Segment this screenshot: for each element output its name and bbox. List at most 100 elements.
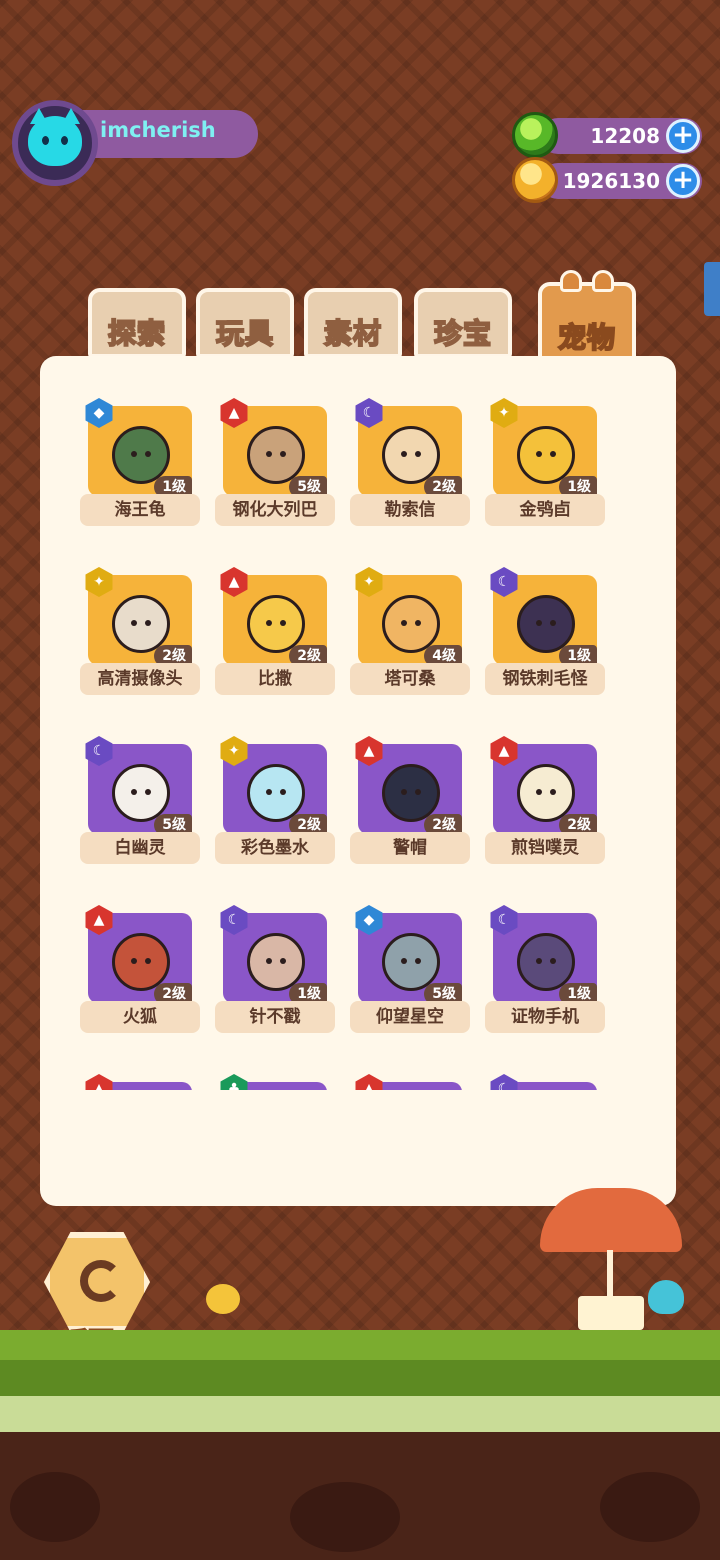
pet-name: 火狐 <box>123 1007 157 1027</box>
tab-treasures[interactable]: 珍宝 <box>414 288 512 358</box>
username: imcherish <box>100 118 216 142</box>
table-icon <box>578 1296 644 1330</box>
pet-card[interactable]: 2级 ▲ 比撒 <box>215 547 335 697</box>
pet-name-plate: 金鸮卣 <box>485 494 605 526</box>
pet-name: 彩色墨水 <box>241 838 309 858</box>
pet-name-plate: 比撒 <box>215 663 335 695</box>
pet-name-plate: 火狐 <box>80 1001 200 1033</box>
add-coins-button[interactable]: + <box>666 164 700 198</box>
pet-name-plate: 钢铁刺毛怪 <box>485 663 605 695</box>
pet-portrait-icon <box>382 426 440 484</box>
pet-card[interactable]: 2级 ✦ 彩色墨水 <box>215 716 335 866</box>
fire-element-icon: ▲ <box>355 1074 383 1090</box>
pet-portrait-icon <box>517 426 575 484</box>
pet-name: 比撒 <box>258 669 292 689</box>
pet-card[interactable]: 1级 ☾ 针不戳 <box>215 885 335 1035</box>
coin-counter: 1926130 + <box>512 157 702 203</box>
pet-name-plate: 白幽灵 <box>80 832 200 864</box>
pet-name-plate: 针不戳 <box>215 1001 335 1033</box>
pet-portrait-icon <box>247 426 305 484</box>
pet-name: 高清摄像头 <box>97 669 183 689</box>
pet-portrait-icon <box>247 595 305 653</box>
pet-card[interactable]: 4级 ✦ 塔可桑 <box>350 547 470 697</box>
pet-name: 煎铛噗灵 <box>511 838 579 858</box>
pet-card[interactable]: ▲ <box>80 1054 200 1090</box>
pet-card[interactable]: 2级 ▲ 煎铛噗灵 <box>485 716 605 866</box>
tab-toys[interactable]: 玩具 <box>196 288 294 358</box>
pet-card[interactable]: 5级 ◆ 仰望星空 <box>350 885 470 1035</box>
pet-card[interactable]: 5级 ☾ 白幽灵 <box>80 716 200 866</box>
pet-name: 警帽 <box>393 838 427 858</box>
pet-name: 勒索信 <box>384 500 436 520</box>
bear-ear-icon <box>592 270 614 292</box>
pet-name: 塔可桑 <box>384 669 436 689</box>
pet-card[interactable]: 2级 ✦ 高清摄像头 <box>80 547 200 697</box>
pet-portrait-icon <box>382 933 440 991</box>
pet-name: 白幽灵 <box>114 838 166 858</box>
pet-card[interactable]: 1级 ☾ 钢铁刺毛怪 <box>485 547 605 697</box>
pet-card[interactable]: ♣ <box>215 1054 335 1090</box>
gem-counter: 12208 + <box>512 112 702 158</box>
pet-portrait-icon <box>112 426 170 484</box>
pet-name: 证物手机 <box>511 1007 579 1027</box>
cat-avatar-icon <box>28 108 82 166</box>
pet-name: 海王龟 <box>114 500 166 520</box>
pet-name-plate: 警帽 <box>350 832 470 864</box>
tab-label: 素材 <box>323 316 382 351</box>
add-gems-button[interactable]: + <box>666 119 700 153</box>
avatar[interactable] <box>12 100 98 186</box>
pet-portrait-icon <box>112 595 170 653</box>
pet-portrait-icon <box>112 933 170 991</box>
pet-name-plate: 海王龟 <box>80 494 200 526</box>
coin-icon <box>512 157 558 203</box>
pet-name-plate: 钢化大列巴 <box>215 494 335 526</box>
pet-name: 钢化大列巴 <box>232 500 318 520</box>
pet-name-plate: 塔可桑 <box>350 663 470 695</box>
soil-ground <box>0 1432 720 1560</box>
pet-card[interactable]: 2级 ☾ 勒索信 <box>350 378 470 528</box>
pet-card[interactable]: ☾ <box>485 1054 605 1090</box>
pet-portrait-icon <box>382 595 440 653</box>
back-button[interactable] <box>44 1232 150 1332</box>
pet-panel: 1级 ◆ 海王龟 5级 ▲ 钢化大列巴 2级 ☾ 勒索信 1级 ✦ 金鸮卣 2级 ✦ 高清摄像头 2级 ▲ 比撒 4… <box>40 356 676 1206</box>
pet-card[interactable]: 1级 ◆ 海王龟 <box>80 378 200 528</box>
coin-value: 1926130 <box>562 169 660 193</box>
pet-card[interactable]: 5级 ▲ 钢化大列巴 <box>215 378 335 528</box>
tab-label: 珍宝 <box>433 316 492 351</box>
pet-name-plate: 证物手机 <box>485 1001 605 1033</box>
pet-portrait-icon <box>517 933 575 991</box>
moon-element-icon: ☾ <box>490 1074 518 1090</box>
pet-card[interactable]: 1级 ✦ 金鸮卣 <box>485 378 605 528</box>
pet-card[interactable]: 1级 ☾ 证物手机 <box>485 885 605 1035</box>
tab-label: 宠物 <box>557 320 616 355</box>
pet-name: 针不戳 <box>249 1007 301 1027</box>
pet-name-plate: 勒索信 <box>350 494 470 526</box>
return-arrow-icon <box>80 1260 122 1302</box>
pet-name-plate: 高清摄像头 <box>80 663 200 695</box>
pet-name: 金鸮卣 <box>519 500 571 520</box>
tab-pets[interactable]: 宠物 <box>538 270 636 360</box>
tab-label: 探索 <box>107 316 166 351</box>
pet-portrait-icon <box>247 933 305 991</box>
pet-portrait-icon <box>517 764 575 822</box>
pet-portrait-icon <box>112 764 170 822</box>
gem-value: 12208 <box>590 124 660 148</box>
pet-portrait-icon <box>517 595 575 653</box>
grass-strip-light <box>0 1396 720 1432</box>
pet-name: 仰望星空 <box>376 1007 444 1027</box>
pet-portrait-icon <box>247 764 305 822</box>
pet-grid[interactable]: 1级 ◆ 海王龟 5级 ▲ 钢化大列巴 2级 ☾ 勒索信 1级 ✦ 金鸮卣 2级 ✦ 高清摄像头 2级 ▲ 比撒 4… <box>80 378 620 1090</box>
pet-name-plate: 仰望星空 <box>350 1001 470 1033</box>
pet-name-plate: 煎铛噗灵 <box>485 832 605 864</box>
grass-strip <box>0 1360 720 1400</box>
side-tab-icon[interactable] <box>704 262 720 316</box>
sleeping-slime-icon <box>648 1280 684 1314</box>
pet-card[interactable]: 2级 ▲ 火狐 <box>80 885 200 1035</box>
fire-element-icon: ▲ <box>85 1074 113 1090</box>
pet-name-plate: 彩色墨水 <box>215 832 335 864</box>
tab-explore[interactable]: 探索 <box>88 288 186 358</box>
pet-card[interactable]: 2级 ▲ 警帽 <box>350 716 470 866</box>
pet-card[interactable]: ▲ <box>350 1054 470 1090</box>
pet-name: 钢铁刺毛怪 <box>502 669 588 689</box>
tab-materials[interactable]: 素材 <box>304 288 402 358</box>
